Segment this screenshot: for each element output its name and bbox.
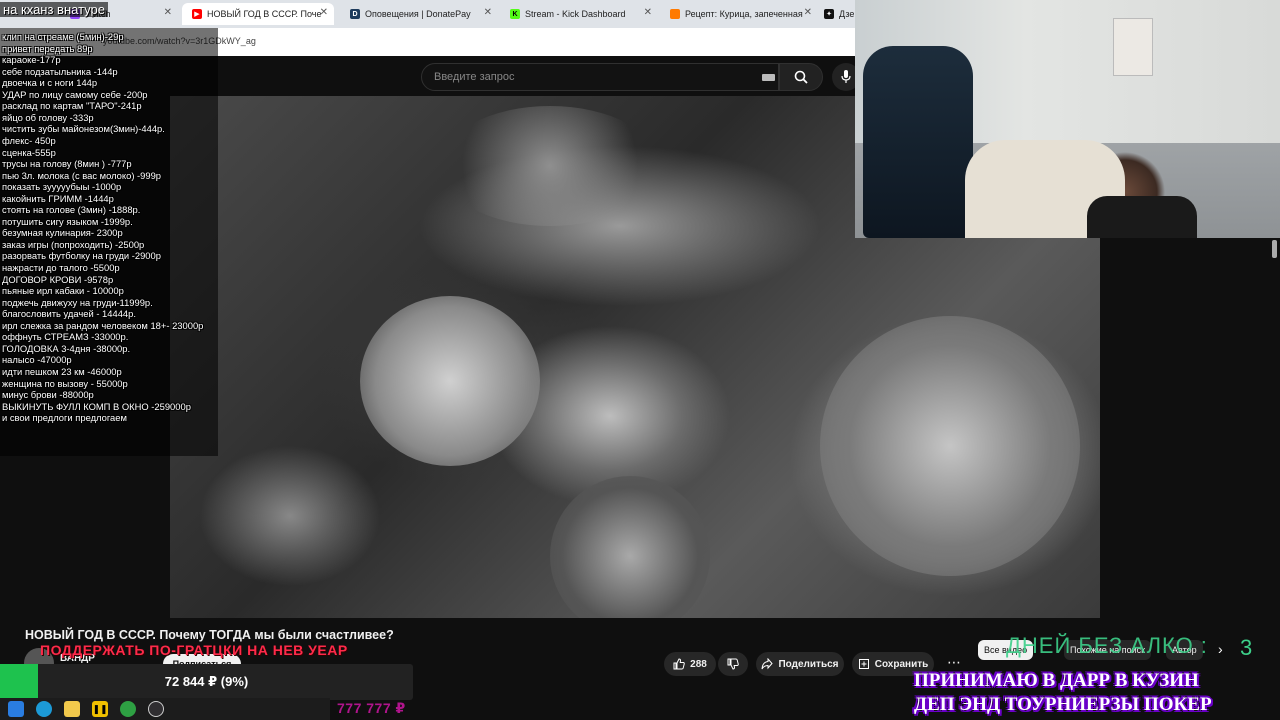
tab-recipe[interactable]: Рецепт: Курица, запеченная ✕	[660, 3, 818, 25]
donation-goal-bar: 72 844 ₽ (9%)	[0, 664, 413, 700]
thumbs-down-icon	[727, 658, 739, 670]
price-list-item: показать зууууубыы -1000р	[2, 181, 122, 193]
price-list-item: ВЫКИНУТЬ ФУЛЛ КОМП В ОКНО -259000р	[2, 400, 191, 412]
browser-tab-bar: Twitch ✕ ▶ НОВЫЙ ГОД В СССР. Поче ✕ D Оп…	[0, 0, 860, 28]
goal-amount: 72 844 ₽ (9%)	[164, 674, 249, 689]
price-list-item: безумная кулинария- 2300р	[2, 227, 123, 239]
price-list-item: трусы на голову (8мин ) -777р	[2, 158, 132, 170]
price-list-item: стоять на голове (3мин) -1888р.	[2, 204, 141, 216]
price-list-item: ГОЛОДОВКА 3-4дня -38000р.	[2, 342, 131, 354]
save-icon	[858, 659, 869, 669]
recipe-icon	[670, 9, 680, 19]
price-list-item: чистить зубы майонезом(3мин)-444р.	[2, 123, 165, 135]
price-list-item: оффнуть СТРЕАМЗ -33000р.	[2, 331, 129, 343]
search-placeholder: Введите запрос	[434, 71, 515, 83]
close-icon[interactable]: ✕	[644, 7, 652, 18]
price-list-item: ДОГОВОР КРОВИ -9578р	[2, 273, 114, 285]
tab-label: Stream - Kick Dashboard	[525, 9, 626, 19]
price-list-item: и свои предлоги предлогаем	[2, 412, 127, 424]
dislike-button[interactable]	[718, 652, 748, 676]
media-app-icon[interactable]: ❚❚	[92, 701, 108, 717]
youtube-icon: ▶	[192, 9, 202, 19]
keyboard-icon[interactable]	[762, 74, 775, 81]
price-list-item: пьяные ирл кабаки - 10000р	[2, 285, 124, 297]
sober-days-count: 3	[1240, 635, 1253, 660]
wall-picture	[1113, 18, 1153, 76]
windows-taskbar: ❚❚	[0, 698, 330, 720]
gaming-chair	[863, 46, 973, 238]
price-list-item: потушить сигу языком -1999р.	[2, 215, 133, 227]
tab-donatepay[interactable]: D Оповещения | DonatePay ✕	[340, 3, 498, 25]
close-icon[interactable]: ✕	[320, 7, 328, 18]
microphone-icon	[841, 70, 851, 83]
sober-days-label: ДНЕЙ БЕЗ АЛКО :	[1006, 633, 1208, 658]
price-list-item: женщина по вызову - 55000р	[2, 377, 128, 389]
video-frame-shape	[440, 106, 660, 226]
video-frame-shape	[360, 296, 540, 466]
price-list-item: нажрасти до талого -5500р	[2, 262, 120, 273]
edge-icon[interactable]	[36, 701, 52, 717]
price-list-item: сценка-555р	[2, 146, 56, 158]
price-list-item: какойнить ГРИММ -1444р	[2, 192, 114, 204]
banner-line-2: ДЕП ЭНД ТОУРНИЕРЗЫ ПОКЕР	[914, 694, 1212, 715]
share-button[interactable]: Поделиться	[756, 652, 844, 676]
windows-start-icon[interactable]	[8, 701, 24, 717]
price-list-item: идти пешком 23 км -46000р	[2, 365, 122, 377]
tab-youtube[interactable]: ▶ НОВЫЙ ГОД В СССР. Поче ✕	[182, 3, 334, 25]
chevron-right-icon[interactable]: ›	[1218, 640, 1236, 660]
support-overlay-text: ПОДДЕРЖАТЬ ПО-ГРАТЦКИ НА НЕВ УЕАР	[40, 642, 348, 658]
banner-line-1: ПРИНИМАЮ В ДАРР В КУЗИН	[914, 670, 1199, 691]
dzen-icon: ✦	[824, 9, 834, 19]
like-button[interactable]: 288	[664, 652, 716, 676]
price-list-item: флекс- 450р	[2, 134, 56, 146]
price-list-item: заказ игры (попроходить) -2500р	[2, 238, 145, 250]
price-list-item: привет передать 89р	[2, 42, 93, 54]
scrollbar[interactable]	[1272, 240, 1277, 258]
chrome-icon[interactable]	[120, 701, 136, 717]
tab-label: Дзе	[839, 9, 855, 19]
price-list-item: ирл слежка за рандом человеком 18+- 2300…	[2, 319, 204, 331]
obs-icon[interactable]	[148, 701, 164, 717]
stream-title: на кханз внатуре	[0, 2, 108, 17]
kick-icon: K	[510, 9, 520, 19]
video-frame-shape	[820, 316, 1080, 576]
price-list-item: благословить удачей - 14444р.	[2, 308, 136, 320]
video-title: НОВЫЙ ГОД В СССР. Почему ТОГДА мы были с…	[25, 628, 394, 642]
price-list-item: себе подзатыльника -144р	[2, 65, 118, 77]
price-list-item: яйцо об голову -333р	[2, 111, 94, 123]
price-list-item: двоечка и с ноги 144р	[2, 77, 98, 89]
price-list-item: пью 3л. молока (с вас молоко) -999р	[2, 169, 162, 181]
price-list-item: расклад по картам "ТАРО"-241р	[2, 100, 142, 112]
tab-label: Оповещения | DonatePay	[365, 9, 471, 19]
tab-kick[interactable]: K Stream - Kick Dashboard ✕	[500, 3, 658, 25]
thumbs-up-icon	[673, 658, 685, 670]
file-explorer-icon[interactable]	[64, 701, 80, 717]
search-input[interactable]: Введите запрос	[421, 63, 779, 91]
price-list-item: минус брови -88000р	[2, 389, 94, 401]
price-list-item: поджечь движуху на груди-11999р.	[2, 296, 153, 308]
price-list-item: караоке-177р	[2, 54, 61, 66]
close-icon[interactable]: ✕	[804, 7, 812, 18]
like-count: 288	[690, 658, 707, 670]
price-list-item: разорвать футболку на груди -2900р	[2, 250, 161, 262]
streamer	[1087, 196, 1197, 238]
donation-top-amount: 777 777 ₽	[337, 700, 406, 716]
price-list-item: клип на стреаме (5мин)-29р	[2, 31, 124, 42]
share-icon	[761, 658, 774, 670]
donatepay-icon: D	[350, 9, 360, 19]
share-label: Поделиться	[778, 658, 839, 670]
price-list-item: налысо -47000р	[2, 354, 72, 366]
close-icon[interactable]: ✕	[164, 7, 172, 18]
tab-label: НОВЫЙ ГОД В СССР. Поче	[207, 9, 322, 19]
video-frame-shape	[550, 476, 710, 618]
close-icon[interactable]: ✕	[484, 7, 492, 18]
tab-label: Рецепт: Курица, запеченная	[685, 9, 803, 19]
search-button[interactable]	[779, 63, 823, 91]
search-icon	[794, 70, 808, 84]
save-label: Сохранить	[874, 658, 929, 670]
price-list-item: УДАР по лицу самому себе -200р	[2, 88, 148, 100]
webcam-feed	[855, 0, 1280, 238]
